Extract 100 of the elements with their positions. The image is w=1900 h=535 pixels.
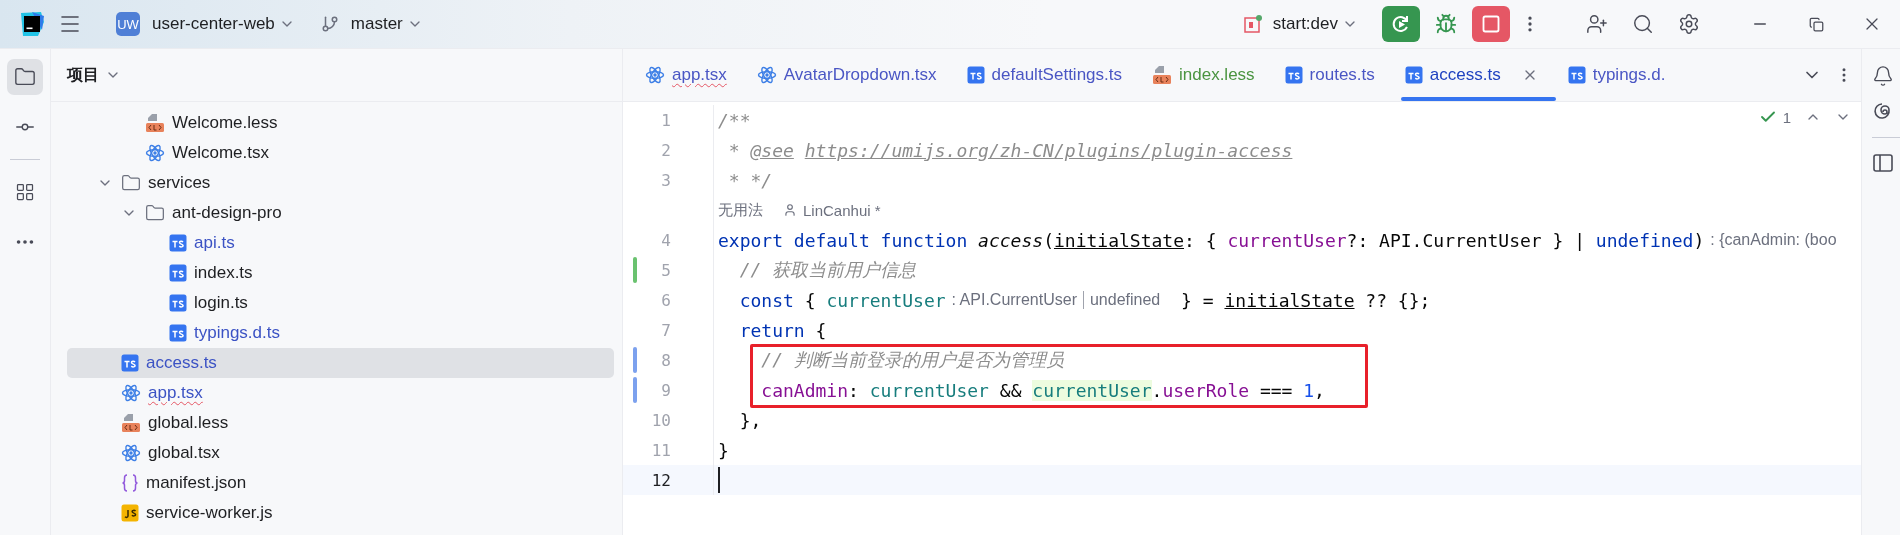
stylesheet-file-icon (145, 113, 165, 133)
folder-icon (145, 203, 165, 223)
code-token: userRole (1162, 379, 1250, 401)
tree-item[interactable]: Welcome.less (67, 108, 614, 138)
tree-item[interactable]: access.ts (67, 348, 614, 378)
tree-item[interactable]: login.ts (67, 288, 614, 318)
file-name[interactable]: login.ts (194, 293, 248, 313)
file-name[interactable]: Welcome.tsx (172, 143, 269, 163)
javascript-file-icon (121, 504, 139, 522)
code-token: * */ (727, 169, 773, 191)
code-token: { (814, 319, 827, 341)
typescript-file-icon (1567, 66, 1586, 84)
project-name[interactable]: user-center-web (152, 14, 275, 34)
tab-label[interactable]: defaultSettings.ts (991, 65, 1122, 85)
code-token: { (803, 289, 817, 311)
typescript-file-icon (121, 354, 139, 372)
code-token: : API.CurrentUser (951, 291, 1077, 309)
stylesheet-file-icon (1152, 65, 1172, 85)
code-token: . (1151, 379, 1163, 401)
typescript-file-icon (169, 294, 187, 312)
atom-icon (145, 143, 165, 163)
code-token: canAdmin (760, 379, 849, 401)
author-hint[interactable]: LinCanhui * (803, 201, 881, 219)
tree-item[interactable]: services (67, 168, 614, 198)
tree-item[interactable]: api.ts (67, 228, 614, 258)
tree-item[interactable]: typings.d.ts (67, 318, 614, 348)
file-name[interactable]: manifest.json (146, 473, 247, 493)
editor-tab[interactable]: typings.d. (1559, 49, 1688, 101)
tab-label[interactable]: access.ts (1429, 65, 1501, 85)
branch-icon[interactable] (320, 15, 339, 33)
tab-label[interactable]: index.less (1179, 65, 1255, 85)
line-number: 12 (651, 470, 671, 490)
editor-tab[interactable]: defaultSettings.ts (958, 49, 1144, 101)
tree-item[interactable]: ant-design-pro (67, 198, 614, 228)
line-number: 11 (651, 440, 671, 460)
problem-count[interactable]: 1 (1782, 108, 1791, 126)
branch-name[interactable]: master (350, 14, 403, 34)
panel-title[interactable]: 项目 (67, 64, 99, 86)
tab-label[interactable]: routes.ts (1309, 65, 1375, 85)
file-name[interactable]: api.ts (194, 233, 235, 253)
tree-item[interactable]: service-worker.js (67, 498, 614, 528)
code-token: currentUser (826, 289, 946, 311)
tree-item[interactable]: app.tsx (67, 378, 614, 408)
file-name[interactable]: global.less (148, 413, 229, 433)
rerun-button[interactable] (1382, 6, 1420, 42)
bell-icon[interactable] (1872, 65, 1894, 87)
usages-hint[interactable]: 无用法 (718, 200, 763, 220)
tree-item[interactable]: index.ts (67, 258, 614, 288)
code-token: // 判断当前登录的用户是否为管理员 (760, 348, 1064, 372)
tab-label[interactable]: typings.d. (1592, 65, 1666, 85)
editor-tab[interactable]: app.tsx (637, 49, 749, 101)
editor-tab[interactable]: routes.ts (1276, 49, 1397, 101)
line-number: 3 (661, 170, 671, 190)
tab-label[interactable]: AvatarDropdown.tsx (783, 65, 937, 85)
file-name[interactable]: typings.d.ts (194, 323, 280, 343)
code-token: currentUser (1032, 379, 1152, 401)
folder-icon[interactable] (7, 59, 43, 95)
project-badge[interactable]: UW (116, 12, 140, 36)
run-config-name[interactable]: start:dev (1272, 14, 1338, 34)
file-name[interactable]: services (148, 173, 211, 193)
line-number: 8 (661, 350, 671, 370)
code-token: && (998, 379, 1023, 401)
code-token: : { (1184, 229, 1218, 251)
file-name[interactable]: ant-design-pro (172, 203, 282, 223)
atom-icon (756, 65, 777, 85)
tree-item[interactable]: global.tsx (67, 438, 614, 468)
code-token: , (1314, 379, 1325, 401)
app-logo[interactable] (18, 10, 46, 38)
file-name[interactable]: global.tsx (148, 443, 220, 463)
change-marker[interactable] (633, 347, 637, 373)
code-token: access (978, 229, 1044, 251)
file-name[interactable]: service-worker.js (146, 503, 273, 523)
tree-item[interactable]: global.less (67, 408, 614, 438)
panel-icon[interactable] (1872, 152, 1894, 174)
file-name[interactable]: index.ts (194, 263, 253, 283)
tab-label[interactable]: app.tsx (672, 65, 727, 85)
line-number: 5 (661, 260, 671, 280)
tree-item[interactable]: manifest.json (67, 468, 614, 498)
change-marker[interactable] (633, 257, 637, 283)
code-token: * (727, 139, 741, 161)
code-token: === (1258, 379, 1294, 401)
file-name[interactable]: access.ts (146, 353, 217, 373)
editor-tab[interactable]: access.ts (1396, 49, 1560, 101)
stop-button[interactable] (1472, 6, 1510, 42)
code-token: return (738, 319, 805, 341)
text-caret (718, 467, 720, 493)
editor-tab[interactable]: AvatarDropdown.tsx (748, 49, 959, 101)
typescript-file-icon (1404, 66, 1423, 84)
file-name[interactable]: app.tsx (148, 383, 203, 403)
code-token: currentUser (869, 379, 989, 401)
editor-tab[interactable]: index.less (1144, 49, 1277, 101)
code-token: initialState (1053, 229, 1184, 251)
change-marker[interactable] (633, 377, 637, 403)
code-token: 1 (1303, 379, 1315, 401)
code-token: ) (1693, 229, 1705, 251)
run-config-icon[interactable] (1242, 14, 1263, 34)
code-token: : (848, 379, 860, 401)
file-name[interactable]: Welcome.less (172, 113, 278, 133)
tree-item[interactable]: Welcome.tsx (67, 138, 614, 168)
code-token: }, (738, 409, 762, 431)
